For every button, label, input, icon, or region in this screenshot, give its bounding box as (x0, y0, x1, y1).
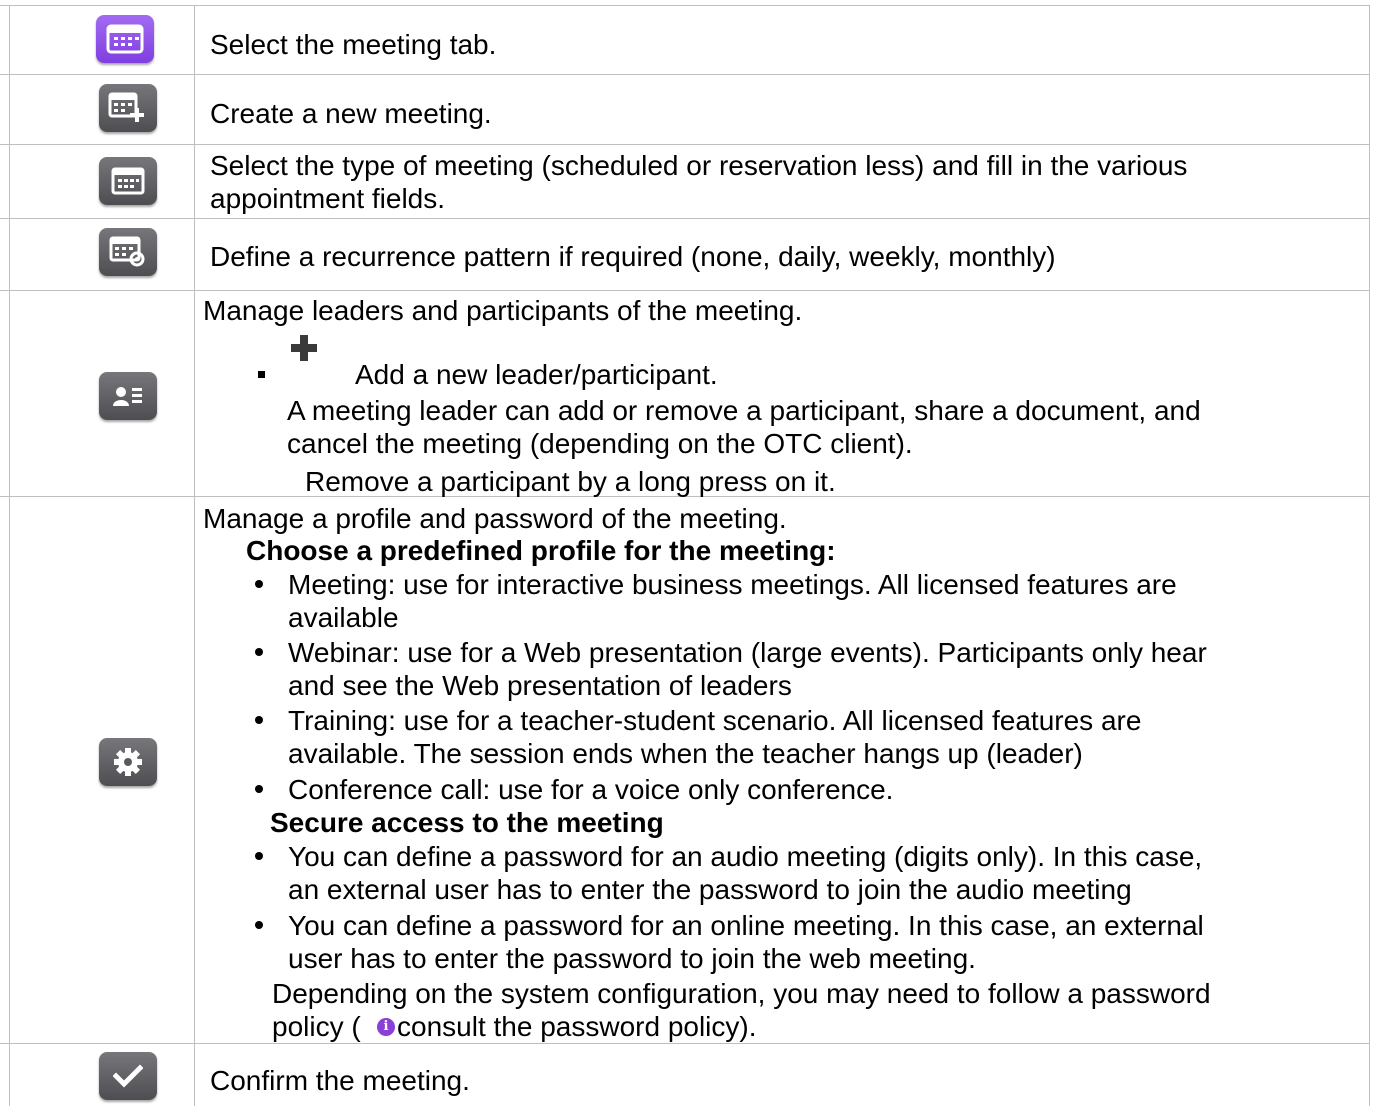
bullet (255, 716, 263, 724)
participants-icon (99, 372, 157, 420)
bullet (258, 371, 265, 378)
row-text: Select the meeting tab. (210, 29, 497, 60)
secure-item-line: You can define a password for an audio m… (288, 841, 1203, 872)
policy-line-start: policy ( (272, 1011, 361, 1042)
row-text-line: Select the type of meeting (scheduled or… (210, 150, 1188, 181)
bullet (255, 921, 263, 929)
profile-heading: Choose a predefined profile for the meet… (246, 535, 836, 566)
instruction-table: Select the meeting tab. Create a new mee… (0, 0, 1375, 1106)
bullet (255, 580, 263, 588)
add-participant-icon (290, 334, 318, 367)
remove-participant-text: Remove a participant by a long press on … (305, 466, 836, 497)
bullet (255, 648, 263, 656)
leader-text-line: cancel the meeting (depending on the OTC… (287, 428, 913, 459)
bullet (255, 852, 263, 860)
profile-item-line: Training: use for a teacher-student scen… (288, 705, 1142, 736)
confirm-check-icon (99, 1052, 157, 1100)
row-text: Define a recurrence pattern if required … (210, 241, 1056, 272)
profile-title: Manage a profile and password of the mee… (203, 503, 787, 534)
meeting-type-icon (99, 157, 157, 205)
profile-item-line: available. The session ends when the tea… (288, 738, 1083, 769)
secure-item-line: an external user has to enter the passwo… (288, 874, 1132, 905)
policy-line-end: consult the password policy). (397, 1011, 757, 1042)
leader-text-line: A meeting leader can add or remove a par… (287, 395, 1201, 426)
secure-item-line: user has to enter the password to join t… (288, 943, 976, 974)
profile-item-line: Conference call: use for a voice only co… (288, 774, 894, 805)
profile-item-line: Meeting: use for interactive business me… (288, 569, 1177, 600)
secure-heading: Secure access to the meeting (270, 807, 664, 838)
row-text-line: appointment fields. (210, 183, 446, 214)
meeting-tab-icon (96, 15, 154, 63)
profile-item-line: and see the Web presentation of leaders (288, 670, 792, 701)
add-participant-label: Add a new leader/participant. (355, 359, 718, 390)
new-meeting-icon (99, 84, 157, 132)
policy-line: Depending on the system configuration, y… (272, 978, 1211, 1009)
row-text: Confirm the meeting. (210, 1065, 470, 1096)
participants-title: Manage leaders and participants of the m… (203, 295, 803, 326)
row-text: Create a new meeting. (210, 98, 492, 129)
secure-item-line: You can define a password for an online … (288, 910, 1204, 941)
profile-item-line: available (288, 602, 399, 633)
profile-item-line: Webinar: use for a Web presentation (lar… (288, 637, 1207, 668)
recurrence-icon (99, 228, 157, 276)
bullet (255, 785, 263, 793)
info-icon: i (377, 1018, 395, 1036)
settings-gear-icon (99, 738, 157, 786)
